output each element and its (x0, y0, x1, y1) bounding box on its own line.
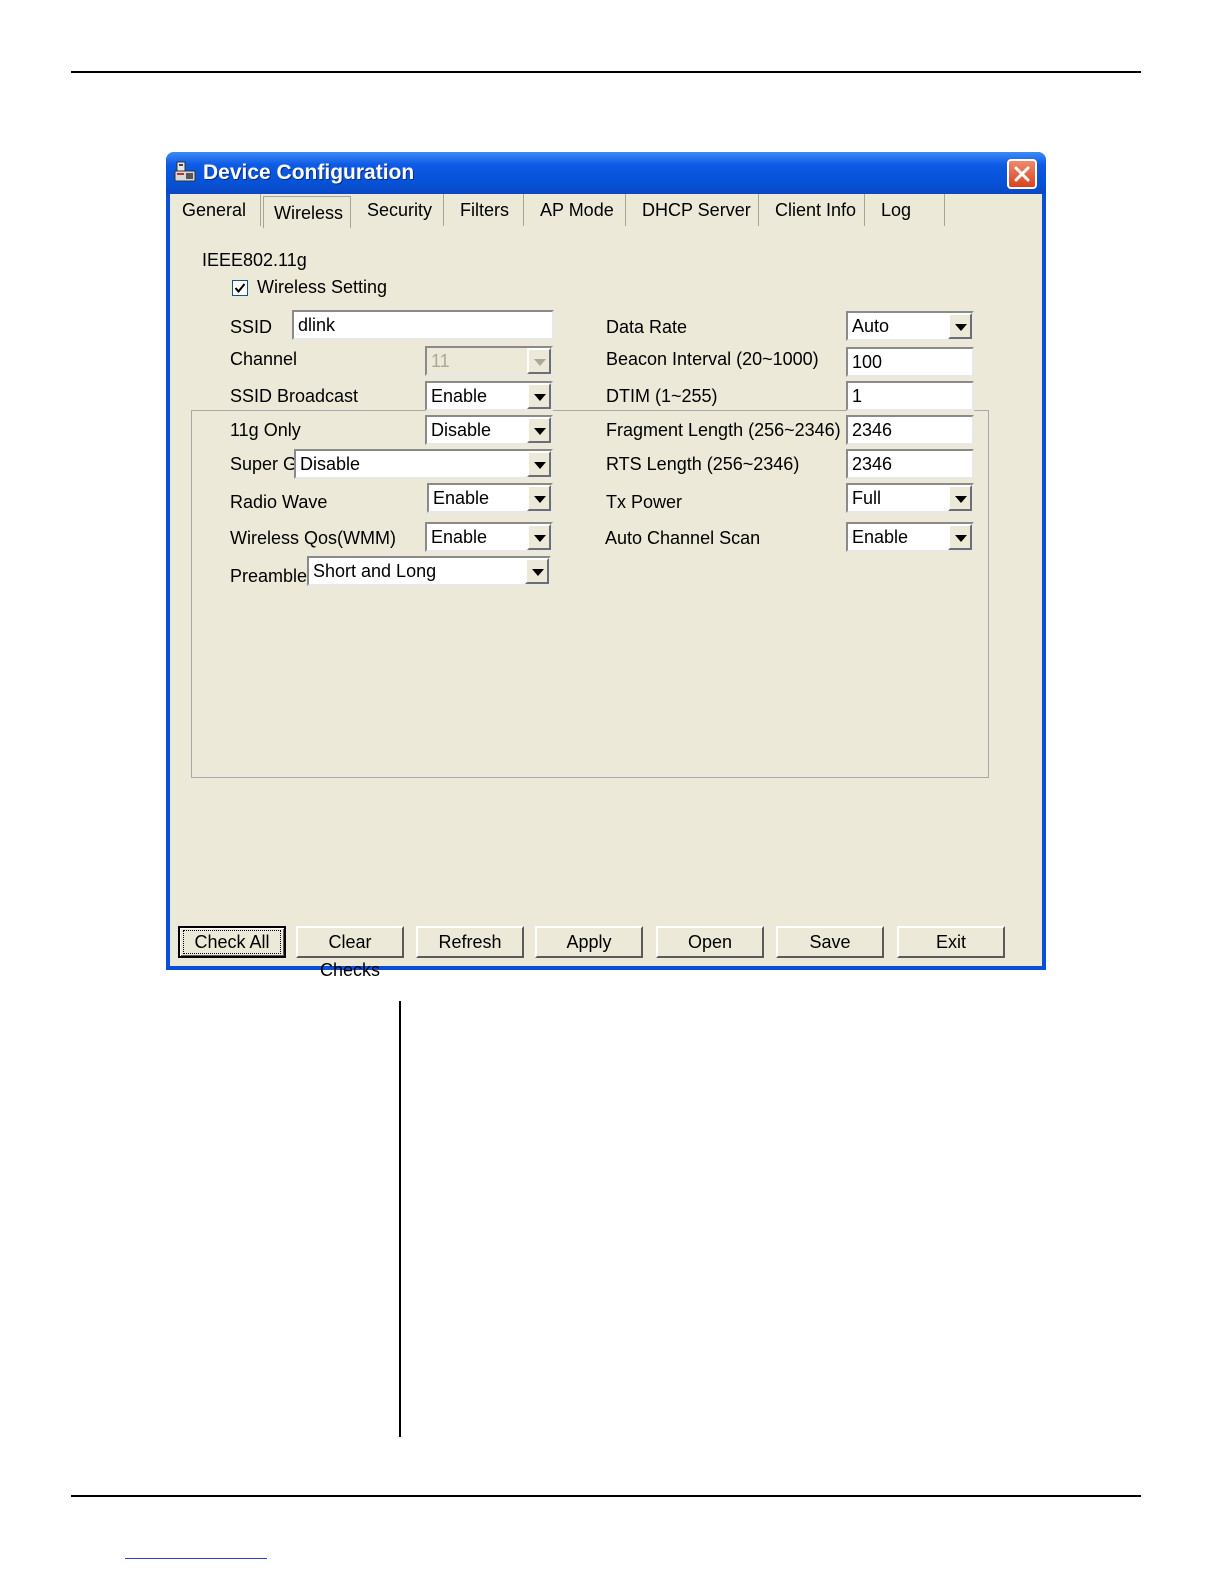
channel-label: Channel (230, 349, 298, 369)
tab-log[interactable]: Log (865, 194, 945, 226)
tx-power-select[interactable]: Full (846, 483, 974, 513)
rts-length-label: RTS Length (256~2346) (606, 454, 800, 474)
device-configuration-window: Device Configuration General Wireless Se… (166, 152, 1046, 980)
wireless-qos-select[interactable]: Enable (425, 522, 553, 552)
tab-ap-mode[interactable]: AP Mode (524, 194, 626, 226)
chevron-down-icon[interactable] (527, 485, 551, 511)
apply-button[interactable]: Apply (535, 926, 643, 958)
chevron-down-icon[interactable] (525, 558, 549, 584)
window-client-area: General Wireless Security Filters AP Mod… (170, 194, 1042, 980)
ssid-broadcast-value: Enable (431, 386, 488, 406)
window-title: Device Configuration (203, 161, 415, 184)
tab-client-info[interactable]: Client Info (759, 194, 865, 226)
radio-wave-label: Radio Wave (230, 492, 328, 512)
radio-wave-select[interactable]: Enable (427, 483, 553, 513)
tx-power-value: Full (852, 488, 882, 508)
chevron-down-icon[interactable] (948, 485, 972, 511)
app-icon (174, 161, 196, 182)
tab-security[interactable]: Security (353, 194, 444, 226)
vertical-divider (399, 1001, 401, 1437)
close-icon (1014, 166, 1030, 182)
tab-general[interactable]: General (170, 194, 261, 226)
check-all-label: Check All (183, 930, 281, 954)
chevron-down-icon[interactable] (948, 524, 972, 550)
tab-wireless[interactable]: Wireless (263, 196, 351, 228)
checkmark-icon (234, 283, 246, 294)
wireless-setting-checkbox[interactable] (232, 280, 248, 296)
header-rule (71, 71, 1141, 73)
radio-wave-value: Enable (433, 488, 490, 508)
data-rate-value: Auto (852, 316, 890, 336)
title-bar[interactable]: Device Configuration (166, 152, 1046, 194)
auto-channel-scan-value: Enable (852, 527, 909, 547)
auto-channel-scan-label: Auto Channel Scan (605, 528, 761, 548)
chevron-down-icon[interactable] (527, 348, 551, 374)
beacon-interval-input[interactable]: 100 (846, 347, 974, 377)
11g-only-select[interactable]: Disable (425, 415, 553, 445)
auto-channel-scan-select[interactable]: Enable (846, 522, 974, 552)
footer-rule (71, 1495, 1141, 1497)
rts-length-input[interactable]: 2346 (846, 449, 974, 479)
wireless-setting-label: Wireless Setting (257, 277, 388, 297)
clear-checks-button[interactable]: Clear Checks (296, 926, 404, 980)
dtim-label: DTIM (1~255) (606, 386, 718, 406)
wireless-qos-value: Enable (431, 527, 488, 547)
super-g-value: Disable (300, 454, 361, 474)
chevron-down-icon[interactable] (527, 417, 551, 443)
preamble-value: Short and Long (313, 561, 437, 581)
channel-value: 11 (431, 351, 450, 371)
wireless-qos-label: Wireless Qos(WMM) (230, 528, 396, 548)
fragment-length-label: Fragment Length (256~2346) (606, 420, 841, 440)
data-rate-select[interactable]: Auto (846, 311, 974, 341)
channel-select[interactable]: 11 (425, 346, 553, 376)
tab-strip: General Wireless Security Filters AP Mod… (170, 194, 1042, 228)
refresh-button[interactable]: Refresh (416, 926, 524, 958)
group-title: IEEE802.11g (199, 250, 310, 271)
preamble-label: Preamble (230, 566, 308, 586)
chevron-down-icon[interactable] (527, 524, 551, 550)
tx-power-label: Tx Power (606, 492, 683, 512)
chevron-down-icon[interactable] (948, 313, 972, 339)
check-all-button[interactable]: Check All (178, 926, 286, 958)
fragment-length-input[interactable]: 2346 (846, 415, 974, 445)
exit-button[interactable]: Exit (897, 926, 1005, 958)
chevron-down-icon[interactable] (527, 451, 551, 477)
11g-only-label: 11g Only (230, 420, 301, 440)
ssid-broadcast-select[interactable]: Enable (425, 381, 553, 411)
beacon-interval-label: Beacon Interval (20~1000) (606, 349, 819, 369)
footer-link-underline (125, 1558, 267, 1559)
ssid-broadcast-label: SSID Broadcast (230, 386, 359, 406)
open-button[interactable]: Open (656, 926, 764, 958)
close-button[interactable] (1007, 159, 1037, 189)
ssid-label: SSID (230, 317, 273, 337)
tab-dhcp-server[interactable]: DHCP Server (626, 194, 759, 226)
chevron-down-icon[interactable] (527, 383, 551, 409)
super-g-label: Super G (230, 454, 298, 474)
dtim-input[interactable]: 1 (846, 381, 974, 411)
tab-filters[interactable]: Filters (444, 194, 524, 226)
11g-only-value: Disable (431, 420, 492, 440)
data-rate-label: Data Rate (606, 317, 688, 337)
super-g-select[interactable]: Disable (294, 449, 553, 479)
save-button[interactable]: Save (776, 926, 884, 958)
preamble-select[interactable]: Short and Long (307, 556, 551, 586)
ssid-input[interactable]: dlink (292, 310, 554, 340)
